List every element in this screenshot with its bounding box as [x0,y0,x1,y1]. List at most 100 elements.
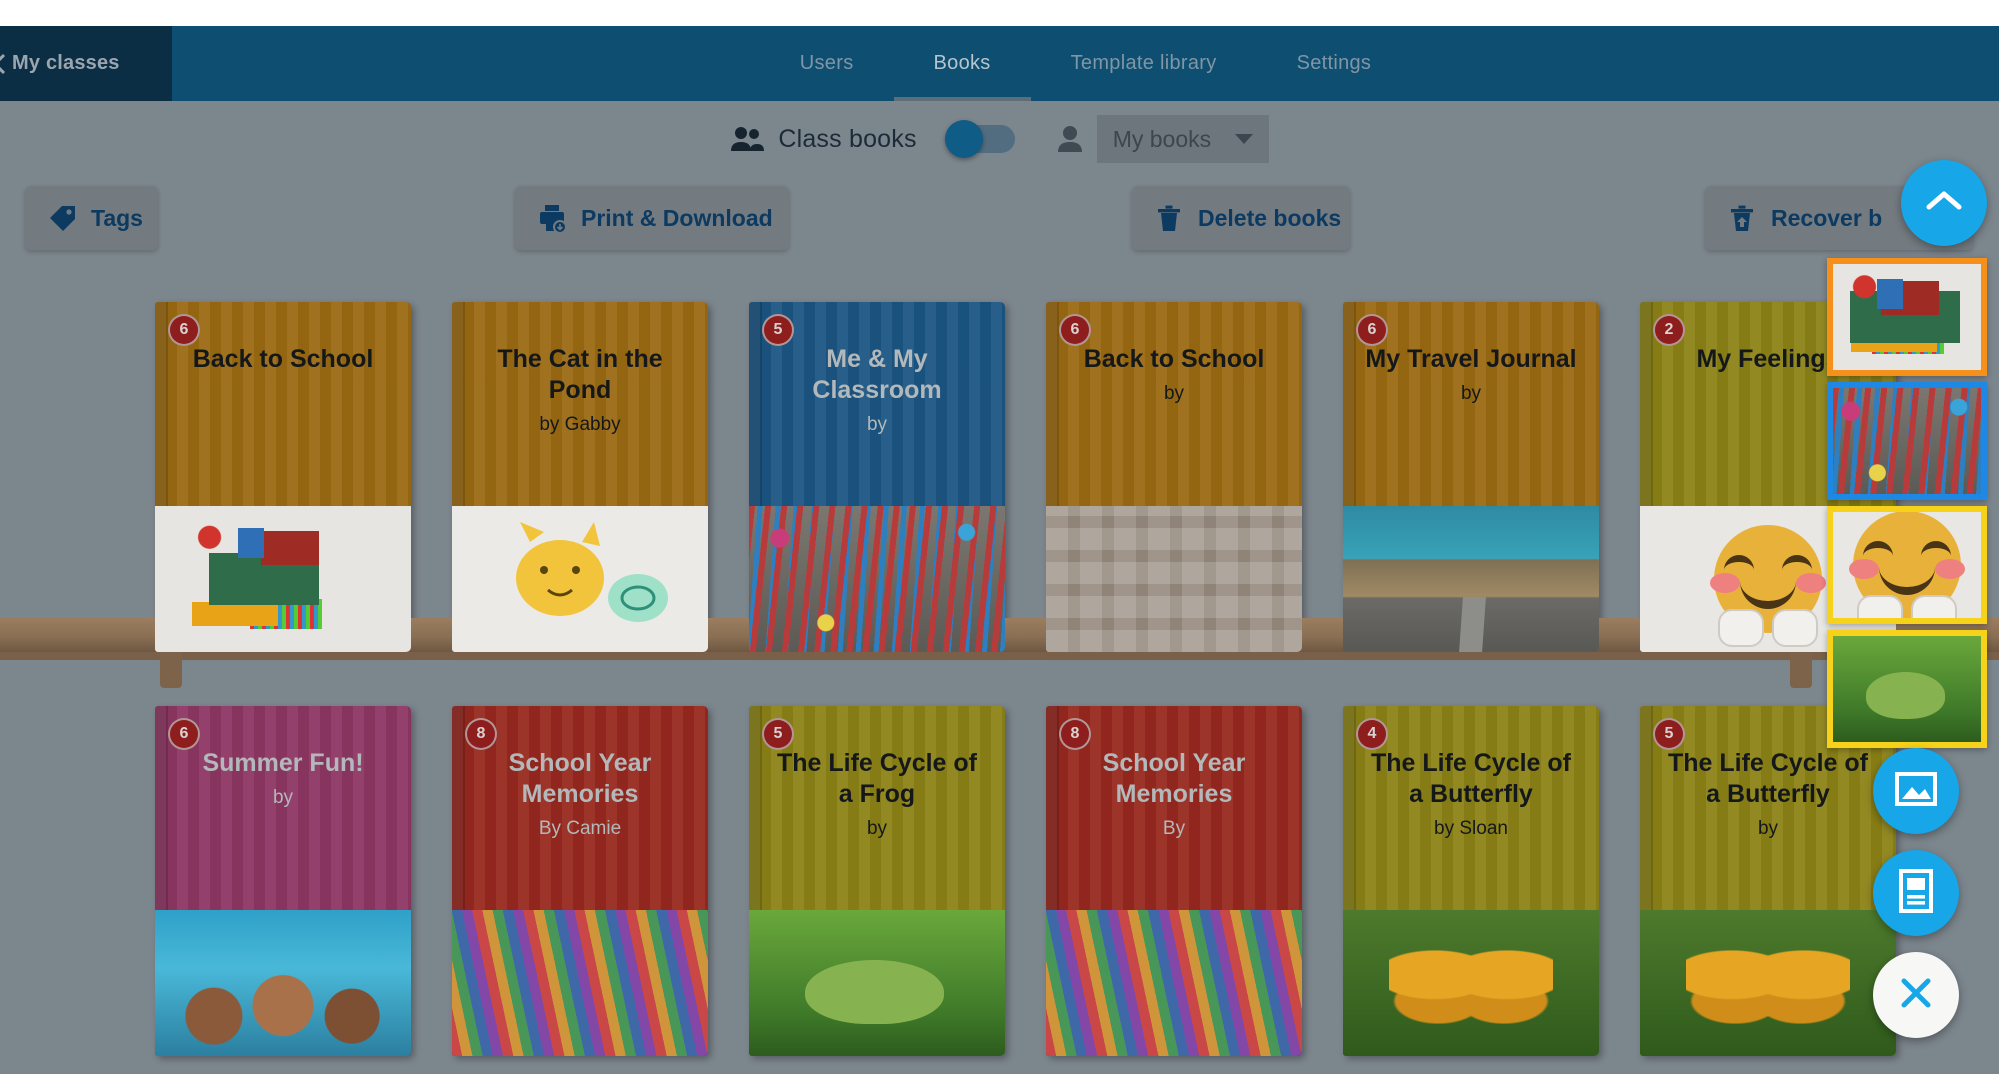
book-card[interactable]: 6 Back to School by [1046,302,1302,652]
page-count-badge: 6 [168,314,200,346]
butterfly-photo [1640,910,1896,1056]
print-download-label: Print & Download [581,204,773,231]
book-card[interactable]: 5 Me & My Classroom by [749,302,1005,652]
book-title: School Year Memories [1102,749,1246,808]
book-card[interactable]: 6 Summer Fun! by [155,706,411,1056]
book-card[interactable]: The Cat in the Pond by Gabby [452,302,708,652]
scroll-up-fab[interactable] [1901,160,1987,246]
book-card[interactable]: 6 Back to School [155,302,411,652]
emoji-face [1710,525,1826,647]
book-cover-image [452,506,708,652]
frog-image [1833,636,1981,742]
image-icon [1894,771,1938,812]
book-author: by Gabby [539,414,621,435]
my-classes-back-link[interactable]: My classes [0,26,172,101]
add-article-fab[interactable] [1873,850,1959,936]
book-card[interactable]: 5 The Life Cycle of a Frog by [749,706,1005,1056]
butterfly-photo [1343,910,1599,1056]
book-author: by Sloan [1434,818,1508,839]
my-books-dropdown[interactable]: My books [1096,115,1269,163]
smiling-emoji-thumbnail[interactable] [1827,506,1987,624]
book-title: My Travel Journal [1365,345,1577,373]
print-download-icon [537,203,567,234]
book-author: By Camie [538,818,622,839]
my-books-selected-value: My books [1112,125,1212,152]
chevron-left-icon [0,53,6,75]
close-fab[interactable] [1873,952,1959,1038]
book-title: The Cat in the Pond [497,345,663,404]
book-author: by [866,414,888,435]
book-cover-image [749,910,1005,1056]
book-cover-image [452,910,708,1056]
book-card[interactable]: 4 The Life Cycle of a Butterfly by Sloan [1343,706,1599,1056]
toggle-knob [944,120,983,158]
art-supplies-image [1833,388,1981,494]
clipart-image [1833,264,1981,370]
scrabble-tiles-photo [1046,506,1302,652]
print-download-button[interactable]: Print & Download [515,186,789,250]
app-header: My classes Users Books Template library … [0,26,1999,101]
book-cover-image [1046,506,1302,652]
book-card[interactable]: 8 School Year Memories By Camie [452,706,708,1056]
book-author: by [866,818,888,839]
close-icon [1898,975,1934,1016]
tab-users[interactable]: Users [760,26,894,101]
add-image-fab[interactable] [1873,748,1959,834]
delete-books-button[interactable]: Delete books [1132,186,1350,250]
books-toolbar: Tags Print & Download Delete books Recov… [0,186,1999,256]
book-title: Summer Fun! [202,749,364,777]
tags-label: Tags [91,204,143,231]
cat-drawing-icon [516,522,668,622]
desert-road-photo [1343,506,1599,652]
delete-books-label: Delete books [1198,204,1342,231]
book-cover-image [1046,910,1302,1056]
school-supplies-clipart-thumbnail[interactable] [1827,258,1987,376]
beach-kids-photo [155,910,411,1056]
emoji-image [1833,512,1981,618]
header-nav: Users Books Template library Settings [172,26,1999,101]
tab-books-label: Books [933,52,991,74]
emoji-face [1849,512,1965,618]
art-supplies-photo-thumbnail[interactable] [1827,382,1987,500]
tab-template-library-label: Template library [1070,52,1217,74]
book-title: The Life Cycle of a Butterfly [1667,749,1869,808]
page-count-badge: 5 [762,718,794,750]
book-card[interactable]: 8 School Year Memories By [1046,706,1302,1056]
tab-template-library[interactable]: Template library [1031,26,1257,101]
article-icon [1898,868,1934,918]
chevron-up-icon [1925,189,1963,218]
class-books-group[interactable]: Class books [730,120,1015,158]
books-row-1: 6 Back to School The Cat in the Pond by … [155,302,1896,652]
tab-settings[interactable]: Settings [1257,26,1412,101]
bookshelf-area: 6 Back to School The Cat in the Pond by … [0,268,1999,1074]
school-supplies-clipart [155,506,411,652]
page-count-badge: 8 [465,718,497,750]
frog-photo-thumbnail[interactable] [1827,630,1987,748]
book-title: Me & My Classroom [812,345,942,404]
book-cover-image [749,506,1005,652]
book-card[interactable]: 6 My Travel Journal by [1343,302,1599,652]
books-scope-row: Class books My books [0,101,1999,177]
book-title: Back to School [1083,345,1265,373]
trash-icon [1154,203,1184,233]
tags-button[interactable]: Tags [25,186,158,250]
books-row-2: 6 Summer Fun! by 8 School Year Memories … [155,706,1896,1056]
book-cover-image [155,910,411,1056]
page-count-badge: 4 [1356,718,1388,750]
chevron-down-icon [1234,134,1253,144]
book-cover-image [155,506,411,652]
colorful-yarn-photo [1046,910,1302,1056]
book-author: by [1163,383,1185,404]
page-count-badge: 2 [1653,314,1685,346]
book-title: The Life Cycle of a Butterfly [1370,749,1572,808]
class-books-toggle[interactable] [944,120,1015,158]
tab-books[interactable]: Books [893,26,1031,101]
page-count-badge: 6 [1356,314,1388,346]
tag-icon [47,203,77,233]
book-title: The Life Cycle of a Frog [776,749,978,808]
class-books-label: Class books [778,124,917,153]
art-supplies-photo [749,506,1005,652]
book-author: by [1460,383,1482,404]
book-author: by [1757,818,1779,839]
book-title: School Year Memories [508,749,652,808]
